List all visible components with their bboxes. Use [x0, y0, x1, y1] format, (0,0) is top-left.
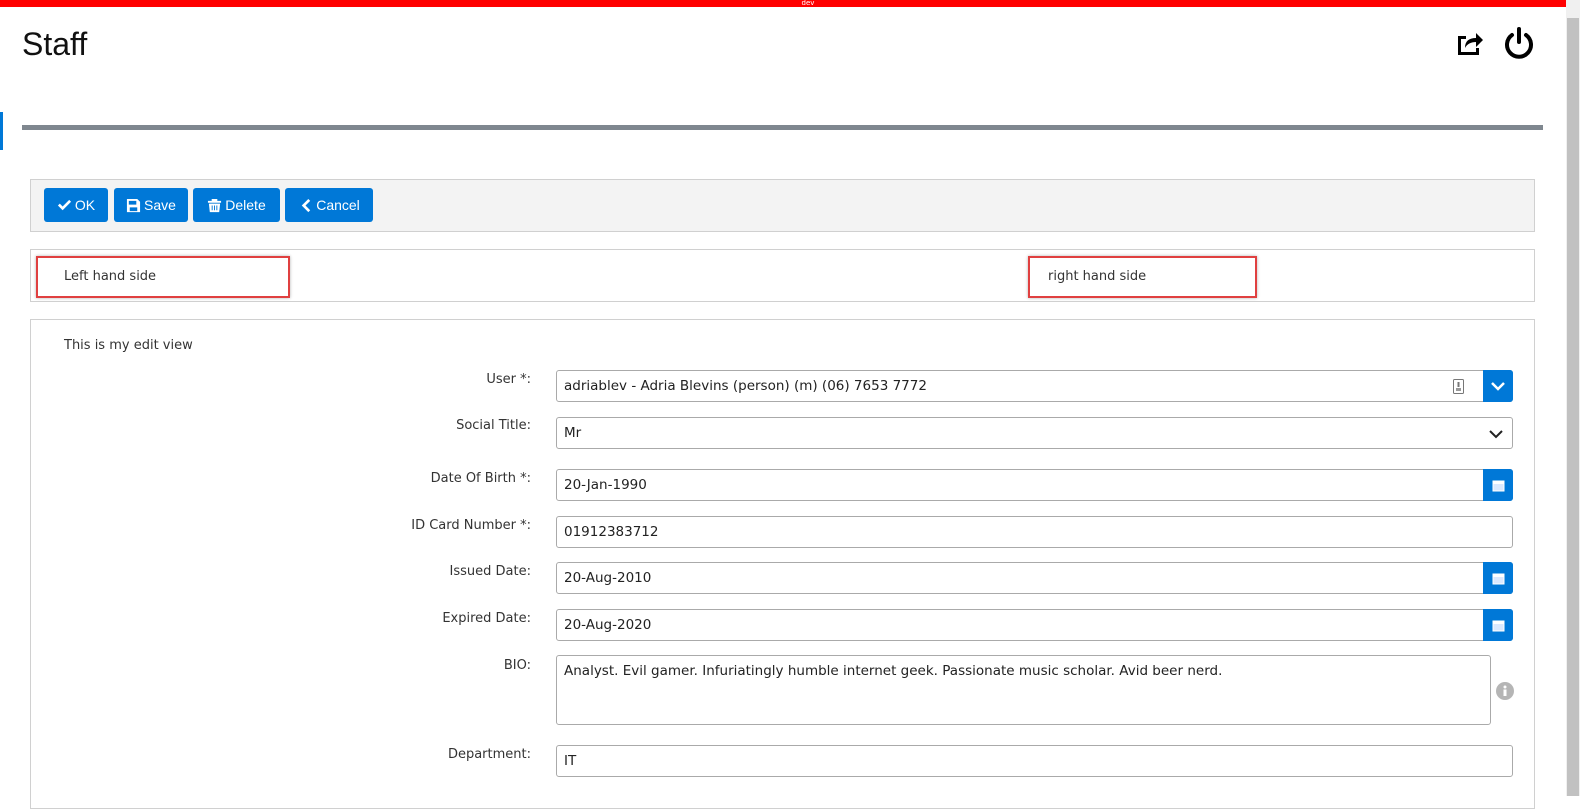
issued-date-label: Issued Date: — [449, 564, 531, 579]
bio-label: BIO: — [503, 658, 531, 673]
department-field[interactable]: IT — [556, 745, 1513, 777]
id-card-label: ID Card Number *: — [411, 518, 531, 533]
check-icon — [57, 199, 71, 210]
ok-button[interactable]: OK — [44, 188, 108, 222]
expired-date-label: Expired Date: — [442, 611, 531, 626]
chevron-left-icon — [301, 198, 311, 212]
chevron-down-icon — [1491, 382, 1505, 391]
bio-textarea[interactable]: Analyst. Evil gamer. Infuriatingly humbl… — [556, 655, 1491, 725]
expired-date-field[interactable]: 20-Aug-2020 — [556, 609, 1513, 641]
power-icon[interactable] — [1502, 26, 1536, 60]
chevron-down-icon — [1489, 430, 1503, 439]
save-button[interactable]: Save — [114, 188, 188, 222]
cancel-button[interactable]: Cancel — [285, 188, 373, 222]
left-side-box: Left hand side — [36, 256, 290, 298]
id-card-field[interactable]: 01912383712 — [556, 516, 1513, 548]
user-field[interactable]: adriablev - Adria Blevins (person) (m) (… — [556, 370, 1513, 402]
trash-icon — [208, 198, 222, 212]
floppy-icon — [126, 198, 141, 212]
right-side-box: right hand side — [1028, 256, 1257, 298]
user-dropdown-button[interactable] — [1483, 370, 1513, 402]
dob-field[interactable]: 20-Jan-1990 — [556, 469, 1513, 501]
social-title-select[interactable]: Mr — [556, 417, 1513, 449]
issued-calendar-button[interactable] — [1483, 562, 1513, 594]
environment-bar: dev — [0, 0, 1566, 7]
action-toolbar: OK Save Delete Cancel — [30, 179, 1535, 232]
layout-panel: Left hand side right hand side — [30, 249, 1535, 302]
calendar-icon — [1492, 573, 1504, 584]
info-icon[interactable] — [1496, 682, 1514, 700]
share-icon[interactable] — [1452, 26, 1486, 60]
env-label: dev — [801, 0, 815, 7]
form-intro: This is my edit view — [64, 338, 193, 353]
dob-calendar-button[interactable] — [1483, 469, 1513, 501]
department-label: Department: — [447, 747, 531, 762]
page-title: Staff — [22, 26, 88, 62]
header-divider — [22, 125, 1543, 130]
active-marker — [0, 112, 3, 150]
dob-label: Date Of Birth *: — [430, 471, 531, 486]
issued-date-field[interactable]: 20-Aug-2010 — [556, 562, 1513, 594]
user-label: User *: — [486, 372, 531, 387]
social-title-label: Social Title: — [456, 418, 531, 433]
expired-calendar-button[interactable] — [1483, 609, 1513, 641]
calendar-icon — [1492, 480, 1504, 491]
scrollbar-thumb[interactable] — [1567, 18, 1579, 796]
contact-card-icon[interactable] — [1453, 379, 1464, 394]
delete-button[interactable]: Delete — [193, 188, 280, 222]
calendar-icon — [1492, 620, 1504, 631]
